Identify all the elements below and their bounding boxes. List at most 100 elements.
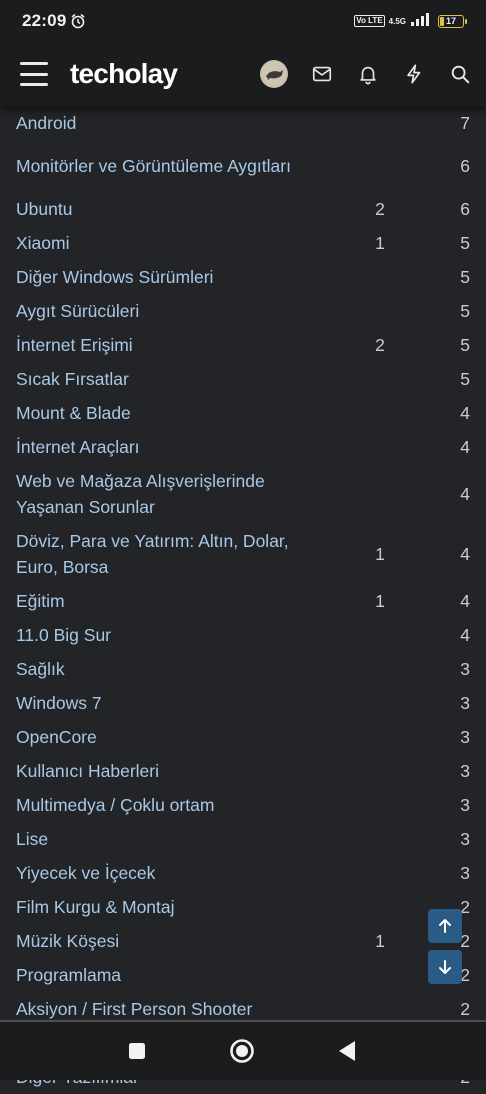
forum-name[interactable]: Eğitim [16,588,296,614]
forum-name[interactable]: Sağlık [16,656,296,682]
forum-row[interactable]: OpenCore 3 [0,720,486,754]
bolt-icon[interactable] [402,62,426,86]
avatar[interactable] [260,60,288,88]
forum-name[interactable]: Diğer Windows Sürümleri [16,264,296,290]
forum-row[interactable]: Monitörler ve Görüntüleme Aygıtları 6 [0,140,486,192]
network-type: 4.5G [388,16,406,26]
forum-count: 2 [460,998,470,1019]
forum-count: 3 [460,862,470,883]
forum-name[interactable]: Aygıt Sürücüleri [16,298,296,324]
forum-name[interactable]: Sıcak Fırsatlar [16,366,296,392]
forum-count: 4 [460,483,470,504]
forum-count-new: 1 [375,543,385,564]
forum-row[interactable]: Müzik Köşesi 1 2 [0,924,486,958]
forum-row[interactable]: İnternet Araçları 4 [0,430,486,464]
forum-row[interactable]: Lise 3 [0,822,486,856]
forum-name[interactable]: Xiaomi [16,230,296,256]
forum-name[interactable]: İnternet Erişimi [16,332,296,358]
forum-count: 5 [460,266,470,287]
forum-count: 4 [460,543,470,564]
forum-row[interactable]: Mount & Blade 4 [0,396,486,430]
recents-icon[interactable] [128,1042,146,1060]
alarm-icon [70,13,86,29]
forum-name[interactable]: Programlama [16,962,296,988]
forum-name[interactable]: Multimedya / Çoklu ortam [16,792,296,818]
site-logo[interactable]: techolay [70,58,178,90]
forum-name[interactable]: Film Kurgu & Montaj [16,894,296,920]
forum-name[interactable]: Aksiyon / First Person Shooter [16,996,296,1022]
forum-name[interactable]: İnternet Araçları [16,434,296,460]
forum-count-new: 1 [375,232,385,253]
forum-count: 4 [460,590,470,611]
forum-row[interactable]: Kullanıcı Haberleri 3 [0,754,486,788]
forum-count: 7 [460,112,470,133]
forum-row[interactable]: 11.0 Big Sur 4 [0,618,486,652]
forum-name[interactable]: 11.0 Big Sur [16,622,296,648]
forum-count: 3 [460,658,470,679]
forum-row[interactable]: Windows 7 3 [0,686,486,720]
forum-name[interactable]: Web ve Mağaza Alışverişlerinde Yaşanan S… [16,468,296,520]
forum-row[interactable]: Yiyecek ve İçecek 3 [0,856,486,890]
forum-count: 5 [460,334,470,355]
forum-list: Android 7 Monitörler ve Görüntüleme Aygıtl… [0,106,486,1094]
forum-name[interactable]: Android [16,110,296,136]
forum-row[interactable]: Diğer Windows Sürümleri 5 [0,260,486,294]
forum-row[interactable]: Multimedya / Çoklu ortam 3 [0,788,486,822]
battery-level: 17 [445,16,456,26]
forum-row[interactable]: Film Kurgu & Montaj 2 [0,890,486,924]
forum-row[interactable]: Aygıt Sürücüleri 5 [0,294,486,328]
status-time: 22:09 [22,11,67,30]
forum-name[interactable]: Mount & Blade [16,400,296,426]
forum-count-new: 1 [375,590,385,611]
forum-count: 3 [460,828,470,849]
header-actions [260,60,472,88]
forum-name[interactable]: Kullanıcı Haberleri [16,758,296,784]
volte-badge: Vo LTE [354,15,385,27]
signal-icon [410,12,430,31]
forum-count: 3 [460,760,470,781]
forum-row[interactable]: Sağlık 3 [0,652,486,686]
forum-row[interactable]: İnternet Erişimi 2 5 [0,328,486,362]
forum-count: 4 [460,402,470,423]
forum-name[interactable]: Yiyecek ve İçecek [16,860,296,886]
forum-row[interactable]: Ubuntu 2 6 [0,192,486,226]
app-header: techolay [0,42,486,106]
scroll-up-icon[interactable] [428,909,462,943]
forum-count-new: 2 [375,198,385,219]
menu-icon[interactable] [20,62,48,86]
forum-row[interactable]: Sıcak Fırsatlar 5 [0,362,486,396]
system-nav-bar [0,1022,486,1080]
forum-row[interactable]: Eğitim 1 4 [0,584,486,618]
forum-count: 5 [460,368,470,389]
forum-name[interactable]: Döviz, Para ve Yatırım: Altın, Dolar, Eu… [16,528,296,580]
status-bar: 22:09 Vo LTE 4.5G 17 [0,0,486,42]
forum-count: 3 [460,726,470,747]
forum-name[interactable]: OpenCore [16,724,296,750]
forum-name[interactable]: Monitörler ve Görüntüleme Aygıtları [16,153,296,179]
forum-name[interactable]: Windows 7 [16,690,296,716]
back-icon[interactable] [337,1040,357,1062]
status-indicators: Vo LTE 4.5G 17 [354,12,467,31]
search-icon[interactable] [448,62,472,86]
forum-name[interactable]: Lise [16,826,296,852]
forum-count: 6 [460,155,470,176]
forum-name[interactable]: Müzik Köşesi [16,928,296,954]
home-icon[interactable] [229,1038,255,1064]
forum-count: 3 [460,794,470,815]
forum-row[interactable]: Programlama 2 [0,958,486,992]
forum-row[interactable]: Web ve Mağaza Alışverişlerinde Yaşanan S… [0,464,486,524]
forum-count: 3 [460,692,470,713]
forum-row[interactable]: Xiaomi 1 5 [0,226,486,260]
battery-icon: 17 [438,14,467,28]
forum-name[interactable]: Ubuntu [16,196,296,222]
forum-row[interactable]: Döviz, Para ve Yatırım: Altın, Dolar, Eu… [0,524,486,584]
forum-count: 5 [460,232,470,253]
bell-icon[interactable] [356,62,380,86]
forum-row[interactable]: Android 7 [0,106,486,140]
mail-icon[interactable] [310,62,334,86]
forum-count-new: 1 [375,930,385,951]
scroll-down-icon[interactable] [428,950,462,984]
forum-count: 5 [460,300,470,321]
forum-count: 4 [460,624,470,645]
forum-count-new: 2 [375,334,385,355]
